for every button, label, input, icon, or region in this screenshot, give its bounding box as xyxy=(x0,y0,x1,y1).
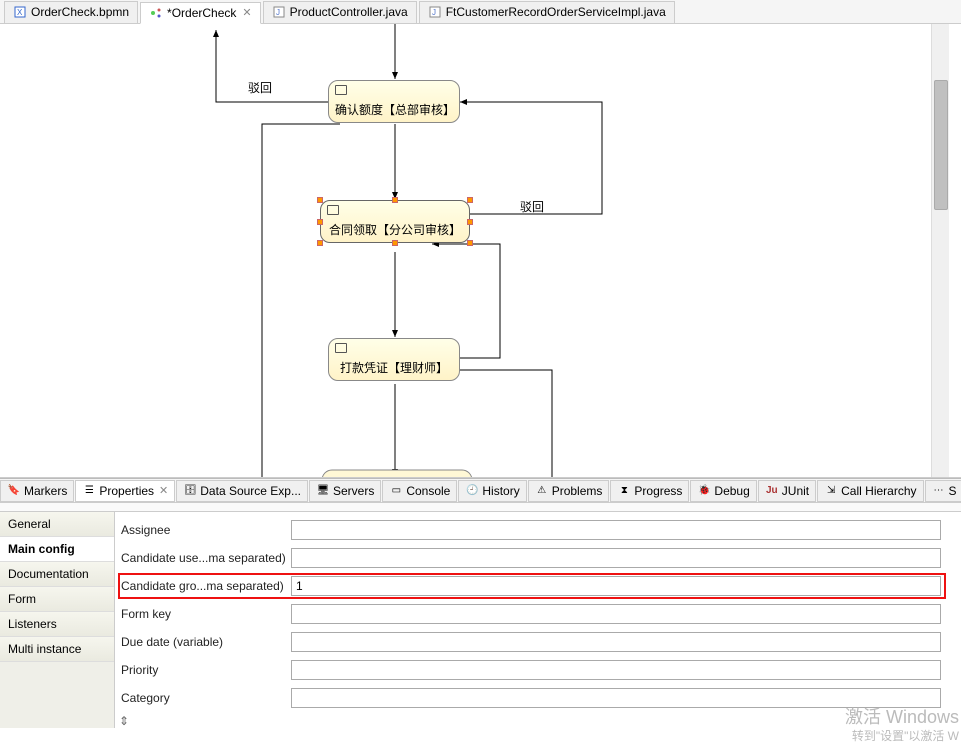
sidebar-item-form[interactable]: Form xyxy=(0,587,114,612)
sidebar-item-multi-instance[interactable]: Multi instance xyxy=(0,637,114,662)
database-icon: 🗄 xyxy=(183,484,197,498)
debug-icon: 🐞 xyxy=(697,484,711,498)
input-form-key[interactable] xyxy=(291,604,941,624)
properties-sidebar: General Main config Documentation Form L… xyxy=(0,512,115,728)
scroll-hint-icon[interactable]: ⇕ xyxy=(115,714,961,728)
canvas-scrollbar[interactable] xyxy=(931,24,949,477)
close-icon[interactable]: ✕ xyxy=(242,6,251,19)
tab-progress[interactable]: ⧗ Progress xyxy=(610,480,689,502)
flow-connectors xyxy=(0,24,920,478)
flow-label-reject2: 驳回 xyxy=(520,198,544,215)
svg-text:X: X xyxy=(17,8,23,17)
properties-icon: ☰ xyxy=(82,484,96,498)
tab-ftcustomerrecord[interactable]: J FtCustomerRecordOrderServiceImpl.java xyxy=(419,1,675,23)
console-icon: ▭ xyxy=(389,484,403,498)
tab-productcontroller[interactable]: J ProductController.java xyxy=(263,1,417,23)
sidebar-item-documentation[interactable]: Documentation xyxy=(0,562,114,587)
call-hierarchy-icon: ⇲ xyxy=(824,484,838,498)
tab-junit[interactable]: Ju JUnit xyxy=(758,480,816,502)
markers-icon: 🔖 xyxy=(7,484,21,498)
java-file-icon: J xyxy=(428,5,442,19)
field-category: Category xyxy=(115,686,961,710)
input-assignee[interactable] xyxy=(291,520,941,540)
problems-icon: ⚠ xyxy=(535,484,549,498)
tab-label: *OrderCheck xyxy=(167,6,236,20)
tab-problems[interactable]: ⚠ Problems xyxy=(528,480,610,502)
servers-icon: 🖥 xyxy=(316,484,330,498)
field-priority: Priority xyxy=(115,658,961,682)
field-assignee: Assignee xyxy=(115,518,961,542)
bpmn-canvas[interactable]: 驳回 驳回 确认额度【总部审核】 合同领取【分公司审核】 打款凭证【理财师】 xyxy=(0,24,961,478)
close-icon[interactable]: ✕ xyxy=(159,484,168,497)
properties-toolbar xyxy=(0,503,961,512)
sidebar-item-main-config[interactable]: Main config xyxy=(0,537,114,562)
field-form-key: Form key xyxy=(115,602,961,626)
tab-label: OrderCheck.bpmn xyxy=(31,5,129,19)
input-candidate-groups[interactable] xyxy=(291,576,941,596)
sidebar-item-general[interactable]: General xyxy=(0,512,114,537)
tab-history[interactable]: 🕘 History xyxy=(458,480,526,502)
task-confirm-quota[interactable]: 确认额度【总部审核】 xyxy=(328,80,460,123)
editor-tabs: X OrderCheck.bpmn *OrderCheck ✕ J Produc… xyxy=(0,0,961,24)
input-due-date[interactable] xyxy=(291,632,941,652)
overflow-icon: ⋯ xyxy=(932,484,946,498)
input-candidate-users[interactable] xyxy=(291,548,941,568)
user-task-icon xyxy=(335,343,347,353)
field-candidate-users: Candidate use...ma separated) xyxy=(115,546,961,570)
tab-ordercheck-bpmn[interactable]: X OrderCheck.bpmn xyxy=(4,1,138,23)
tab-console[interactable]: ▭ Console xyxy=(382,480,457,502)
properties-fields: Assignee Candidate use...ma separated) C… xyxy=(115,512,961,728)
tab-ordercheck-diagram[interactable]: *OrderCheck ✕ xyxy=(140,2,261,24)
svg-text:J: J xyxy=(432,8,436,17)
tab-servers[interactable]: 🖥 Servers xyxy=(309,480,381,502)
tab-call-hierarchy[interactable]: ⇲ Call Hierarchy xyxy=(817,480,923,502)
tab-data-source-explorer[interactable]: 🗄 Data Source Exp... xyxy=(176,480,308,502)
bpmn-xml-icon: X xyxy=(13,5,27,19)
task-payment-proof[interactable]: 打款凭证【理财师】 xyxy=(328,338,460,381)
tab-overflow[interactable]: ⋯ S xyxy=(925,480,961,502)
tab-label: ProductController.java xyxy=(290,5,408,19)
flow-label-reject1: 驳回 xyxy=(248,79,272,96)
tab-properties[interactable]: ☰ Properties ✕ xyxy=(75,480,175,502)
user-task-icon xyxy=(335,85,347,95)
tab-label: FtCustomerRecordOrderServiceImpl.java xyxy=(446,5,666,19)
bottom-view-tabs: 🔖 Markers ☰ Properties ✕ 🗄 Data Source E… xyxy=(0,478,961,502)
java-file-icon: J xyxy=(272,5,286,19)
svg-text:J: J xyxy=(276,8,280,17)
task-contract-receive[interactable]: 合同领取【分公司审核】 xyxy=(320,200,470,243)
input-priority[interactable] xyxy=(291,660,941,680)
tab-debug[interactable]: 🐞 Debug xyxy=(690,480,756,502)
user-task-icon xyxy=(327,205,339,215)
history-icon: 🕘 xyxy=(465,484,479,498)
bpmn-diagram-icon xyxy=(149,6,163,20)
junit-icon: Ju xyxy=(765,484,779,498)
sidebar-item-listeners[interactable]: Listeners xyxy=(0,612,114,637)
properties-panel: General Main config Documentation Form L… xyxy=(0,502,961,728)
field-due-date: Due date (variable) xyxy=(115,630,961,654)
field-candidate-groups: Candidate gro...ma separated) xyxy=(119,574,945,598)
tab-markers[interactable]: 🔖 Markers xyxy=(0,480,74,502)
progress-icon: ⧗ xyxy=(617,484,631,498)
input-category[interactable] xyxy=(291,688,941,708)
scroll-thumb[interactable] xyxy=(934,80,948,210)
